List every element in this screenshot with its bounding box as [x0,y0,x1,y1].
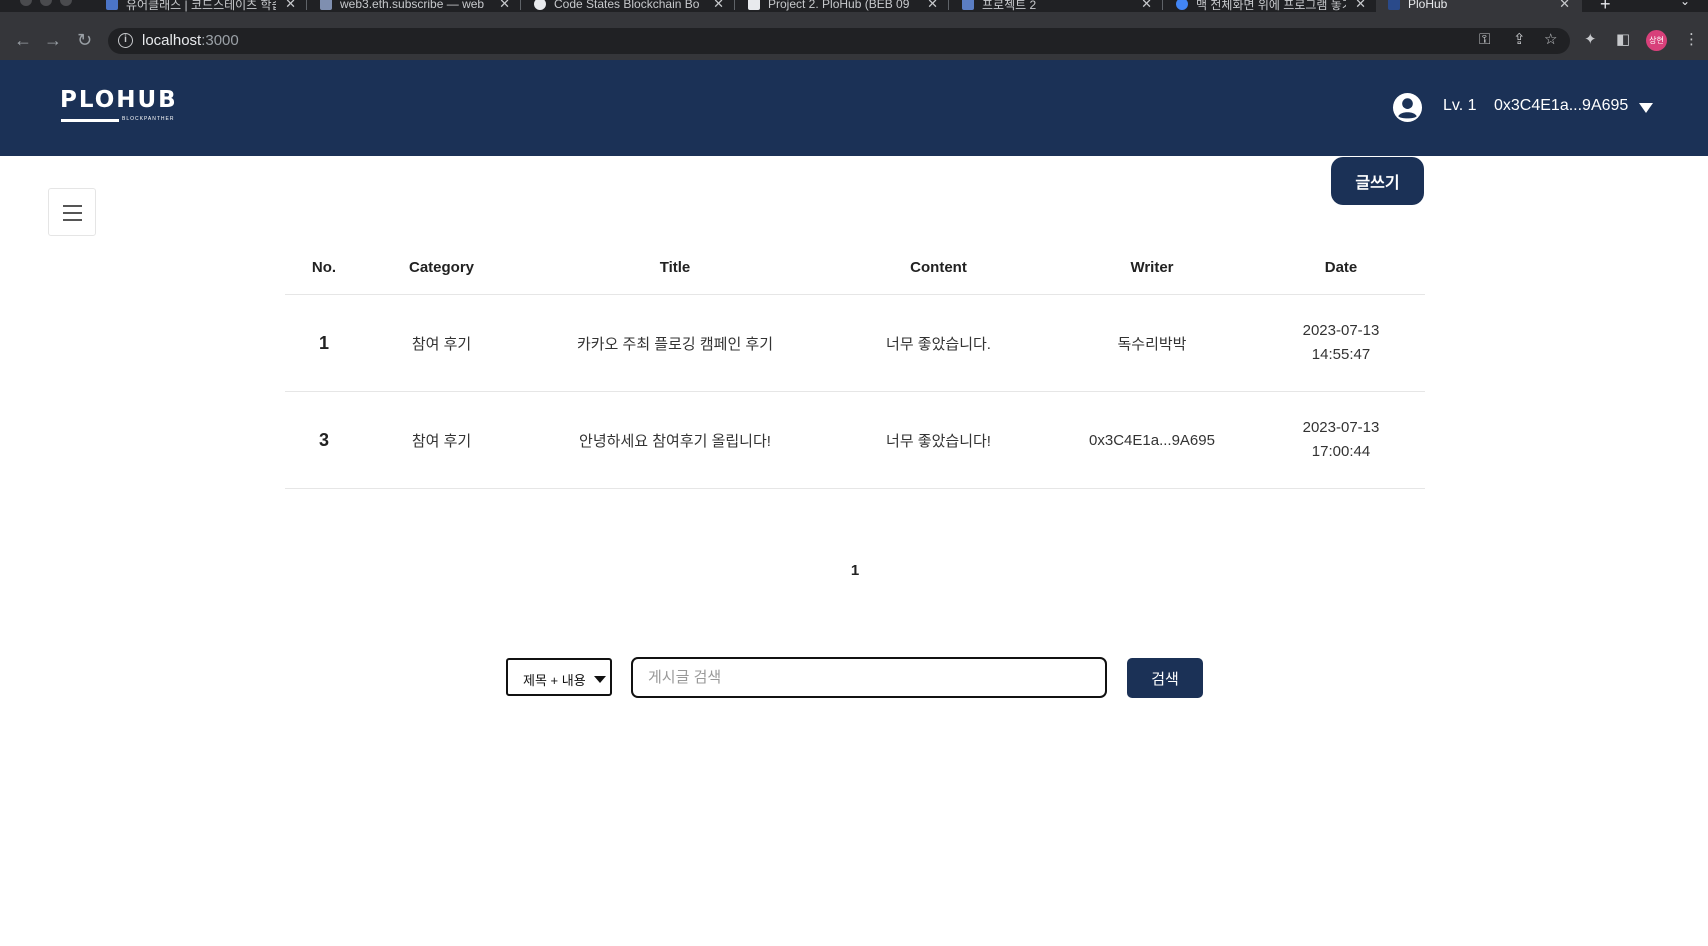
column-header-title: Title [659,258,691,276]
post-category: 참여 후기 [411,335,472,353]
write-post-button[interactable]: 글쓰기 [1331,157,1424,205]
tab-favicon-icon [962,0,974,10]
column-header-content: Content [910,258,967,276]
post-number: 1 [318,332,329,353]
browser-tab[interactable]: 프로젝트 2 ✕ [962,0,1152,12]
logo-underline [61,119,119,122]
browser-tab[interactable]: 맥 전체화면 위에 프로그램 놓기 ✕ [1176,0,1366,12]
user-account-icon[interactable] [1392,92,1423,123]
tab-close-icon[interactable]: ✕ [1355,0,1366,12]
tab-close-icon[interactable]: ✕ [1141,0,1152,12]
table-row[interactable]: 1 참여 후기 카카오 주최 플로깅 캠페인 후기 너무 좋았습니다. 독수리박… [285,295,1425,392]
post-content: 너무 좋았습니다! [886,432,991,450]
post-content: 너무 좋았습니다. [886,335,991,353]
column-header-category: Category [408,258,475,276]
github-icon [534,0,546,10]
window-close-dot[interactable] [20,0,32,6]
google-icon [1176,0,1188,10]
site-info-icon[interactable]: i [118,33,133,48]
tab-close-icon[interactable]: ✕ [713,0,724,12]
back-arrow-icon[interactable]: ← [14,31,32,49]
pagination-page-1[interactable]: 1 [845,562,865,579]
hamburger-line [63,219,82,221]
tab-close-icon[interactable]: ✕ [927,0,938,12]
tab-close-icon[interactable]: ✕ [1559,0,1570,12]
bookmark-star-icon[interactable]: ☆ [1544,31,1557,49]
post-date-time: 17:00:44 [1311,443,1371,460]
browser-tab[interactable]: 유어클래스 | 코드스테이츠 학습 ✕ [106,0,296,12]
plohub-logo[interactable]: PLOHUB [60,87,178,113]
post-date-day: 2023-07-13 [1302,322,1380,339]
post-date: 2023-07-13 17:00:44 [1257,416,1425,464]
profile-avatar[interactable]: 상현 [1646,30,1667,51]
share-icon[interactable]: ⇪ [1513,31,1526,49]
post-title[interactable]: 카카오 주최 플로깅 캠페인 후기 [520,333,830,354]
post-writer: 독수리박박 [1117,335,1187,353]
search-input[interactable] [631,657,1107,698]
user-level: Lv. 1 [1443,97,1477,114]
wallet-address[interactable]: 0x3C4E1a...9A695 [1494,97,1628,115]
browser-tab[interactable]: Code States Blockchain Bo ✕ [534,0,724,12]
tab-close-icon[interactable]: ✕ [499,0,510,12]
hamburger-line [63,205,82,207]
browser-tab-strip: 유어클래스 | 코드스테이츠 학습 ✕ web3.eth.subscribe —… [0,0,1708,12]
notion-icon [748,0,760,10]
plohub-favicon-icon [1388,0,1400,10]
address-url[interactable]: localhost:3000 [142,32,239,49]
new-tab-icon[interactable]: + [1600,0,1611,12]
window-minimize-dot[interactable] [40,0,52,6]
board-header-row: No. Category Title Content Writer Date [285,240,1425,295]
window-zoom-dot[interactable] [60,0,72,6]
post-category: 참여 후기 [411,432,472,450]
key-icon[interactable]: ⚿ [1479,31,1490,49]
hamburger-line [63,212,82,214]
browser-tab[interactable]: Project 2. PloHub (BEB 09 ✕ [748,0,938,12]
extensions-puzzle-icon[interactable]: ✦ [1584,31,1597,49]
column-header-no: No. [311,258,337,276]
search-filter-label: 제목 + 내용 [523,673,586,688]
tab-favicon-icon [106,0,118,10]
post-writer: 0x3C4E1a...9A695 [1089,431,1215,449]
tab-search-chevron-icon[interactable]: ⌄ [1680,0,1690,8]
search-button[interactable]: 검색 [1127,658,1203,698]
tab-close-icon[interactable]: ✕ [285,0,296,12]
forward-arrow-icon[interactable]: → [44,31,62,49]
post-date-time: 14:55:47 [1311,346,1371,363]
user-menu-caret-icon[interactable] [1639,103,1653,113]
column-header-date: Date [1324,258,1358,276]
board-table: No. Category Title Content Writer Date 1… [285,240,1425,489]
search-filter-select[interactable]: 제목 + 내용 [506,658,612,696]
chevron-down-icon [594,676,606,683]
browser-tab[interactable]: web3.eth.subscribe — web ✕ [320,0,510,12]
hamburger-menu-button[interactable] [48,188,96,236]
side-panel-icon[interactable]: ◧ [1616,31,1630,49]
browser-tab-active[interactable]: PloHub ✕ [1376,0,1582,12]
post-date: 2023-07-13 14:55:47 [1257,319,1425,367]
tab-favicon-icon [320,0,332,10]
table-row[interactable]: 3 참여 후기 안녕하세요 참여후기 올립니다! 너무 좋았습니다! 0x3C4… [285,392,1425,489]
column-header-writer: Writer [1130,258,1174,276]
post-date-day: 2023-07-13 [1302,419,1380,436]
post-number: 3 [318,429,329,450]
logo-subtitle: BLOCKPANTHER [122,116,175,122]
post-title[interactable]: 안녕하세요 참여후기 올립니다! [520,430,830,451]
browser-menu-icon[interactable]: ⋮ [1684,31,1699,49]
address-bar[interactable] [108,28,1570,54]
reload-icon[interactable]: ↻ [77,31,92,49]
